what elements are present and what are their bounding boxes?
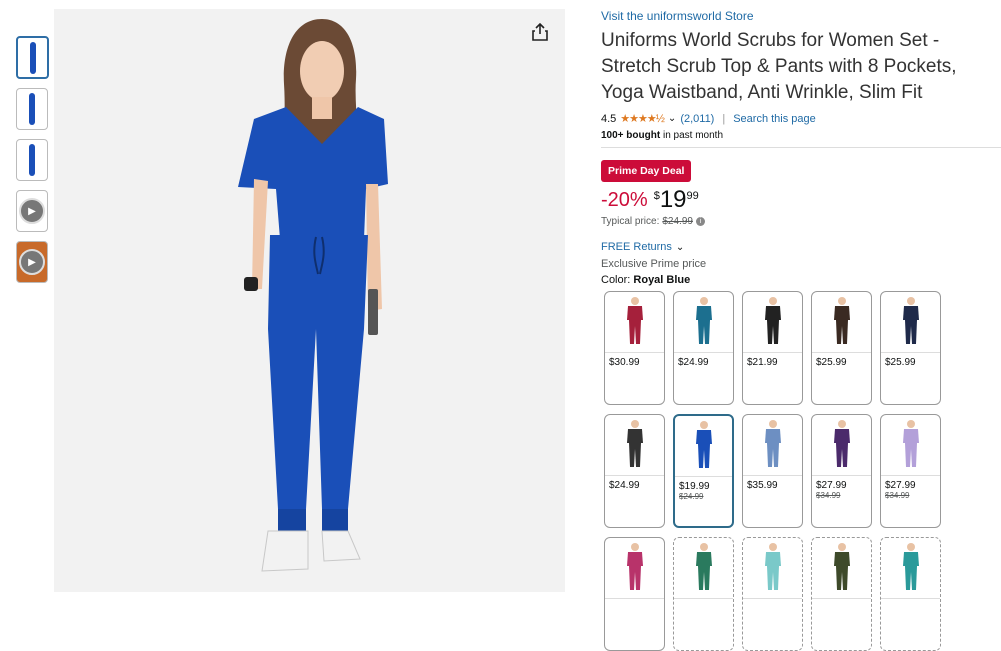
color-swatch[interactable]: $25.99 — [880, 291, 941, 405]
swatch-price — [674, 599, 733, 603]
deal-badge: Prime Day Deal — [601, 160, 692, 182]
info-icon[interactable]: i — [695, 217, 705, 226]
swatch-price — [743, 599, 802, 603]
swatch-old-price: $24.99 — [679, 492, 704, 501]
color-swatch[interactable] — [880, 537, 941, 651]
store-link[interactable]: Visit the uniformsworld Store — [601, 9, 1001, 23]
bought-count: 100+ bought in past month — [601, 130, 1001, 141]
product-title: Uniforms World Scrubs for Women Set - St… — [601, 30, 957, 103]
typical-price-label: Typical price: — [601, 216, 660, 227]
exclusive-prime-text: Exclusive Prime price — [601, 258, 707, 270]
swatch-price: $27.99 — [816, 480, 847, 491]
swatch-image — [881, 538, 940, 599]
swatch-image — [605, 292, 664, 353]
swatch-price: $30.99 — [609, 357, 640, 368]
color-swatch[interactable]: $24.99 — [604, 414, 665, 528]
swatch-image — [605, 415, 664, 476]
divider — [601, 147, 1001, 148]
color-swatch[interactable]: $27.99 $34.99 — [880, 414, 941, 528]
share-button[interactable] — [529, 21, 551, 43]
free-returns-label: FREE Returns — [601, 241, 672, 253]
bought-rest: in past month — [662, 130, 724, 141]
swatch-image — [674, 292, 733, 353]
swatch-old-price: $34.99 — [816, 491, 841, 500]
swatch-price — [881, 599, 940, 603]
swatch-image — [812, 538, 871, 599]
thumbnail-3[interactable] — [16, 139, 48, 181]
color-label: Color: — [601, 274, 631, 286]
color-swatch[interactable]: $21.99 — [742, 291, 803, 405]
color-swatch[interactable] — [604, 537, 665, 651]
swatch-image — [743, 415, 802, 476]
typical-price: Typical price: $24.99 i — [601, 216, 1001, 227]
swatch-price: $24.99 — [609, 480, 640, 491]
rating-row: 4.5 ★★★★½ ⌄ (2,011) | Search this page — [601, 112, 1001, 126]
swatch-price: $27.99 — [885, 480, 916, 491]
color-swatch[interactable]: $25.99 — [811, 291, 872, 405]
swatch-price: $25.99 — [885, 357, 916, 368]
separator: | — [722, 112, 726, 125]
product-details: Visit the uniformsworld Store Uniforms W… — [601, 9, 1001, 286]
swatch-price — [812, 599, 871, 603]
rating-value: 4.5 — [601, 112, 617, 125]
thumbnail-strip: ▶ ▶ — [16, 36, 50, 292]
price-fraction: 99 — [686, 190, 699, 202]
chevron-down-icon[interactable]: ⌄ — [668, 113, 676, 124]
thumbnail-image — [29, 41, 36, 74]
swatch-image — [881, 415, 940, 476]
swatch-image — [743, 292, 802, 353]
thumbnail-image — [29, 93, 35, 125]
thumbnail-2[interactable] — [16, 88, 48, 130]
swatch-price: $35.99 — [747, 480, 778, 491]
discount-percent: -20% — [601, 189, 648, 211]
bought-bold: 100+ bought — [601, 130, 661, 141]
swatch-old-price: $34.99 — [885, 491, 910, 500]
swatch-image — [743, 538, 802, 599]
review-count-link[interactable]: (2,011) — [680, 113, 714, 125]
swatch-price: $25.99 — [816, 357, 847, 368]
thumbnail-video[interactable]: ▶ — [16, 241, 48, 283]
play-icon: ▶ — [19, 198, 45, 224]
color-value: Royal Blue — [633, 274, 691, 286]
typical-price-value: $24.99 — [662, 216, 693, 227]
thumbnail-image — [29, 144, 35, 176]
swatch-price: $21.99 — [747, 357, 778, 368]
main-product-image[interactable] — [54, 9, 565, 592]
swatch-image — [881, 292, 940, 353]
color-swatch[interactable] — [673, 537, 734, 651]
play-icon: ▶ — [19, 249, 45, 275]
swatch-price: $24.99 — [678, 357, 709, 368]
swatch-price: $19.99 — [679, 481, 710, 492]
price-currency: $ — [653, 190, 660, 202]
color-swatch[interactable]: $19.99 $24.99 — [673, 414, 734, 528]
price-row: -20% $ 19 99 — [601, 188, 1001, 212]
swatch-price — [605, 599, 664, 603]
color-swatch[interactable] — [811, 537, 872, 651]
color-swatch[interactable]: $30.99 — [604, 291, 665, 405]
color-swatch[interactable]: $24.99 — [673, 291, 734, 405]
color-selection: Color: Royal Blue — [601, 274, 1001, 286]
color-swatch[interactable] — [742, 537, 803, 651]
search-page-link[interactable]: Search this page — [733, 113, 816, 125]
color-swatch[interactable]: $27.99 $34.99 — [811, 414, 872, 528]
swatch-image — [675, 416, 732, 477]
swatch-image — [812, 415, 871, 476]
model-figure — [238, 19, 388, 572]
swatch-image — [674, 538, 733, 599]
price-whole: 19 — [659, 186, 687, 213]
free-returns-link[interactable]: FREE Returns ⌄ — [601, 241, 1001, 253]
thumbnail-4[interactable]: ▶ — [16, 190, 48, 232]
share-icon — [532, 23, 548, 41]
swatch-image — [605, 538, 664, 599]
chevron-down-icon: ⌄ — [675, 241, 685, 253]
swatch-image — [812, 292, 871, 353]
thumbnail-1[interactable] — [16, 36, 49, 79]
color-swatch[interactable]: $35.99 — [742, 414, 803, 528]
star-rating-icon[interactable]: ★★★★½ — [620, 112, 665, 125]
